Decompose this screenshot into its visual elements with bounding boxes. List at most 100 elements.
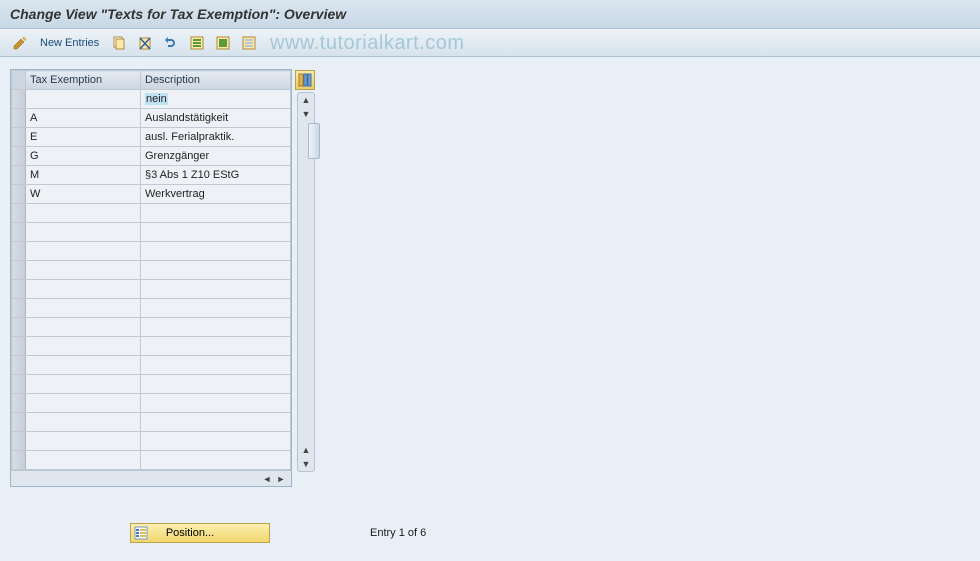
- row-selector[interactable]: [12, 318, 26, 337]
- undo-icon[interactable]: [161, 33, 181, 53]
- row-selector[interactable]: [12, 185, 26, 204]
- cell-code[interactable]: E: [26, 128, 141, 147]
- page-title: Change View "Texts for Tax Exemption": O…: [10, 6, 346, 22]
- cell-description[interactable]: [141, 337, 291, 356]
- cell-description[interactable]: Grenzgänger: [141, 147, 291, 166]
- scroll-down2-icon[interactable]: ▲: [298, 443, 314, 457]
- row-selector[interactable]: [12, 90, 26, 109]
- new-entries-button[interactable]: New Entries: [36, 37, 103, 49]
- table-settings-button[interactable]: [295, 70, 315, 90]
- cell-code[interactable]: M: [26, 166, 141, 185]
- table-corner[interactable]: [12, 71, 26, 90]
- cell-code[interactable]: [26, 204, 141, 223]
- cell-code[interactable]: [26, 299, 141, 318]
- cell-code[interactable]: [26, 432, 141, 451]
- position-button[interactable]: Position...: [130, 523, 270, 543]
- cell-code[interactable]: [26, 451, 141, 470]
- row-selector[interactable]: [12, 451, 26, 470]
- cell-code[interactable]: G: [26, 147, 141, 166]
- row-selector[interactable]: [12, 109, 26, 128]
- row-selector[interactable]: [12, 147, 26, 166]
- table-row: [12, 413, 291, 432]
- column-header-description[interactable]: Description: [141, 71, 291, 90]
- row-selector[interactable]: [12, 261, 26, 280]
- tax-exemption-table: Tax Exemption Description neinAAuslandst…: [11, 70, 291, 470]
- table-container: Tax Exemption Description neinAAuslandst…: [10, 69, 292, 487]
- deselect-all-icon[interactable]: [239, 33, 259, 53]
- table-row: AAuslandstätigkeit: [12, 109, 291, 128]
- cell-code[interactable]: [26, 223, 141, 242]
- cell-description[interactable]: nein: [141, 90, 291, 109]
- cell-code[interactable]: [26, 394, 141, 413]
- row-selector[interactable]: [12, 337, 26, 356]
- cell-code[interactable]: [26, 90, 141, 109]
- cell-description[interactable]: [141, 356, 291, 375]
- cell-code[interactable]: [26, 375, 141, 394]
- cell-code[interactable]: [26, 261, 141, 280]
- cell-description[interactable]: [141, 451, 291, 470]
- scroll-up2-icon[interactable]: ▼: [298, 107, 314, 121]
- row-selector[interactable]: [12, 299, 26, 318]
- cell-description[interactable]: [141, 204, 291, 223]
- cell-code[interactable]: [26, 356, 141, 375]
- column-header-code[interactable]: Tax Exemption: [26, 71, 141, 90]
- row-selector[interactable]: [12, 432, 26, 451]
- row-selector[interactable]: [12, 375, 26, 394]
- table-row: [12, 242, 291, 261]
- delete-icon[interactable]: [135, 33, 155, 53]
- table-row: GGrenzgänger: [12, 147, 291, 166]
- cell-code[interactable]: [26, 280, 141, 299]
- cell-code[interactable]: [26, 242, 141, 261]
- table-row: [12, 223, 291, 242]
- scroll-left-icon[interactable]: ◄: [260, 473, 274, 485]
- cell-description[interactable]: [141, 242, 291, 261]
- row-selector[interactable]: [12, 394, 26, 413]
- cell-description[interactable]: Werkvertrag: [141, 185, 291, 204]
- table-row: [12, 451, 291, 470]
- cell-description[interactable]: [141, 299, 291, 318]
- cell-description[interactable]: [141, 375, 291, 394]
- application-toolbar: New Entries: [0, 29, 980, 57]
- cell-code[interactable]: [26, 318, 141, 337]
- scroll-right-icon[interactable]: ►: [274, 473, 288, 485]
- cell-code[interactable]: W: [26, 185, 141, 204]
- cell-code[interactable]: A: [26, 109, 141, 128]
- cell-description[interactable]: [141, 413, 291, 432]
- scrollbar-thumb[interactable]: [308, 123, 320, 159]
- cell-description[interactable]: [141, 394, 291, 413]
- cell-description[interactable]: Auslandstätigkeit: [141, 109, 291, 128]
- row-selector[interactable]: [12, 223, 26, 242]
- table-row: M§3 Abs 1 Z10 EStG: [12, 166, 291, 185]
- table-row: [12, 432, 291, 451]
- scroll-up-icon[interactable]: ▲: [298, 93, 314, 107]
- cell-description[interactable]: ausl. Ferialpraktik.: [141, 128, 291, 147]
- scroll-down-icon[interactable]: ▼: [298, 457, 314, 471]
- table-row: [12, 280, 291, 299]
- cell-description[interactable]: §3 Abs 1 Z10 EStG: [141, 166, 291, 185]
- select-block-icon[interactable]: [213, 33, 233, 53]
- row-selector[interactable]: [12, 280, 26, 299]
- row-selector[interactable]: [12, 204, 26, 223]
- table-row: [12, 204, 291, 223]
- vertical-scrollbar[interactable]: ▲ ▼ ▲ ▼: [297, 92, 315, 472]
- cell-description[interactable]: [141, 261, 291, 280]
- horizontal-scrollbar[interactable]: ◄ ►: [11, 470, 291, 486]
- row-selector[interactable]: [12, 356, 26, 375]
- cell-code[interactable]: [26, 337, 141, 356]
- cell-description[interactable]: [141, 318, 291, 337]
- row-selector[interactable]: [12, 128, 26, 147]
- select-all-icon[interactable]: [187, 33, 207, 53]
- cell-description[interactable]: [141, 280, 291, 299]
- entry-counter: Entry 1 of 6: [370, 527, 426, 539]
- table-row: WWerkvertrag: [12, 185, 291, 204]
- row-selector[interactable]: [12, 242, 26, 261]
- table-row: Eausl. Ferialpraktik.: [12, 128, 291, 147]
- table-row: [12, 318, 291, 337]
- change-icon[interactable]: [10, 33, 30, 53]
- cell-description[interactable]: [141, 432, 291, 451]
- row-selector[interactable]: [12, 166, 26, 185]
- cell-code[interactable]: [26, 413, 141, 432]
- cell-description[interactable]: [141, 223, 291, 242]
- copy-icon[interactable]: [109, 33, 129, 53]
- row-selector[interactable]: [12, 413, 26, 432]
